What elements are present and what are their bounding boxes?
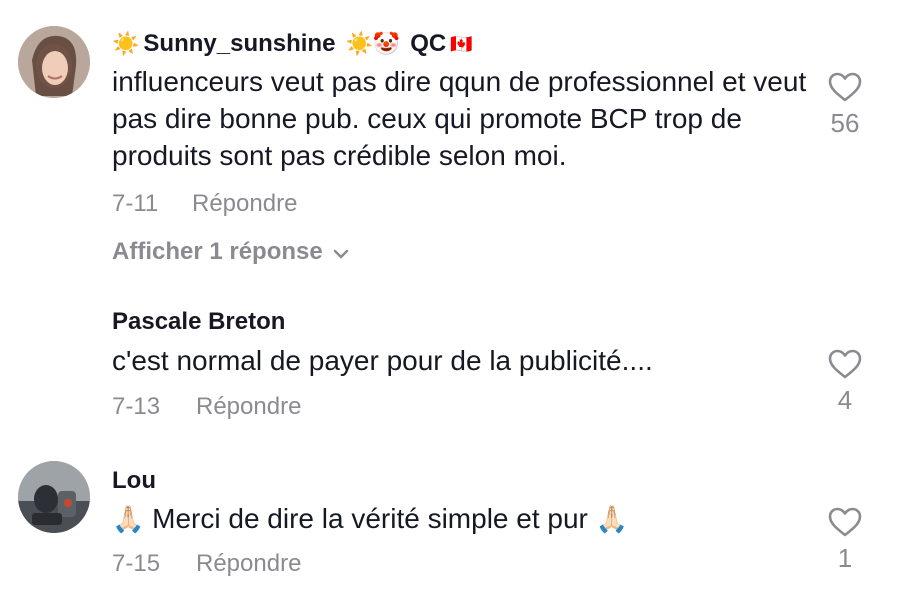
comment-item: Lou 🙏🏻 Merci de dire la vérité simple et… [0,440,918,600]
avatar-image [18,461,90,533]
reply-button[interactable]: Répondre [196,550,301,578]
like-button[interactable]: 1 [820,507,870,574]
comment-date: 7-13 [112,393,161,420]
comment-text-body: Merci de dire la vérité simple et pur [152,503,588,534]
comment-meta: 7-15 Répondre [112,550,301,578]
canada-flag-icon: 🇨🇦 [450,34,473,54]
like-count: 1 [837,543,853,573]
chevron-down-icon [333,238,349,266]
heart-outline-icon [820,507,870,537]
comment-username[interactable]: Lou [112,467,156,495]
heart-outline-icon [820,72,870,102]
comment-meta: 7-11 Répondre [112,190,297,218]
region-text: QC [410,30,447,57]
like-count: 4 [837,385,853,415]
comment-text: 🙏🏻 Merci de dire la vérité simple et pur… [112,500,812,537]
avatar[interactable] [18,26,90,98]
show-replies-button[interactable]: Afficher 1 réponse [112,238,349,266]
praying-hands-emoji-icon: 🙏🏻 [595,504,629,534]
like-button[interactable]: 4 [820,349,870,416]
sun-clown-emoji-icon: ☀️🤡 [345,31,401,56]
comment-item: Pascale Breton c'est normal de payer pou… [0,290,918,440]
comment-username[interactable]: Pascale Breton [112,308,285,336]
like-button[interactable]: 56 [820,72,870,139]
comment-meta: 7-13 Répondre [112,393,301,421]
username-text: Pascale Breton [112,308,286,335]
heart-outline-icon [820,349,870,379]
like-count: 56 [830,108,860,138]
sun-emoji-icon: ☀️ [112,31,140,56]
comment-text: c'est normal de payer pour de la publici… [112,345,653,376]
avatar[interactable] [18,461,90,533]
reply-button[interactable]: Répondre [192,190,297,218]
username-text: Lou [112,467,156,494]
show-replies-label: Afficher 1 réponse [112,238,323,265]
comment-date: 7-15 [112,550,161,577]
comment-text: influenceurs veut pas dire qqun de profe… [112,66,807,171]
praying-hands-emoji-icon: 🙏🏻 [112,504,145,534]
username-text: Sunny_sunshine [143,30,336,57]
comment-item: ☀️ Sunny_sunshine ☀️🤡 QC 🇨🇦 influenceurs… [0,0,918,290]
avatar-image [18,26,90,98]
comment-username[interactable]: ☀️ Sunny_sunshine ☀️🤡 QC 🇨🇦 [112,30,473,58]
reply-button[interactable]: Répondre [196,393,301,421]
comment-date: 7-11 [112,190,159,217]
